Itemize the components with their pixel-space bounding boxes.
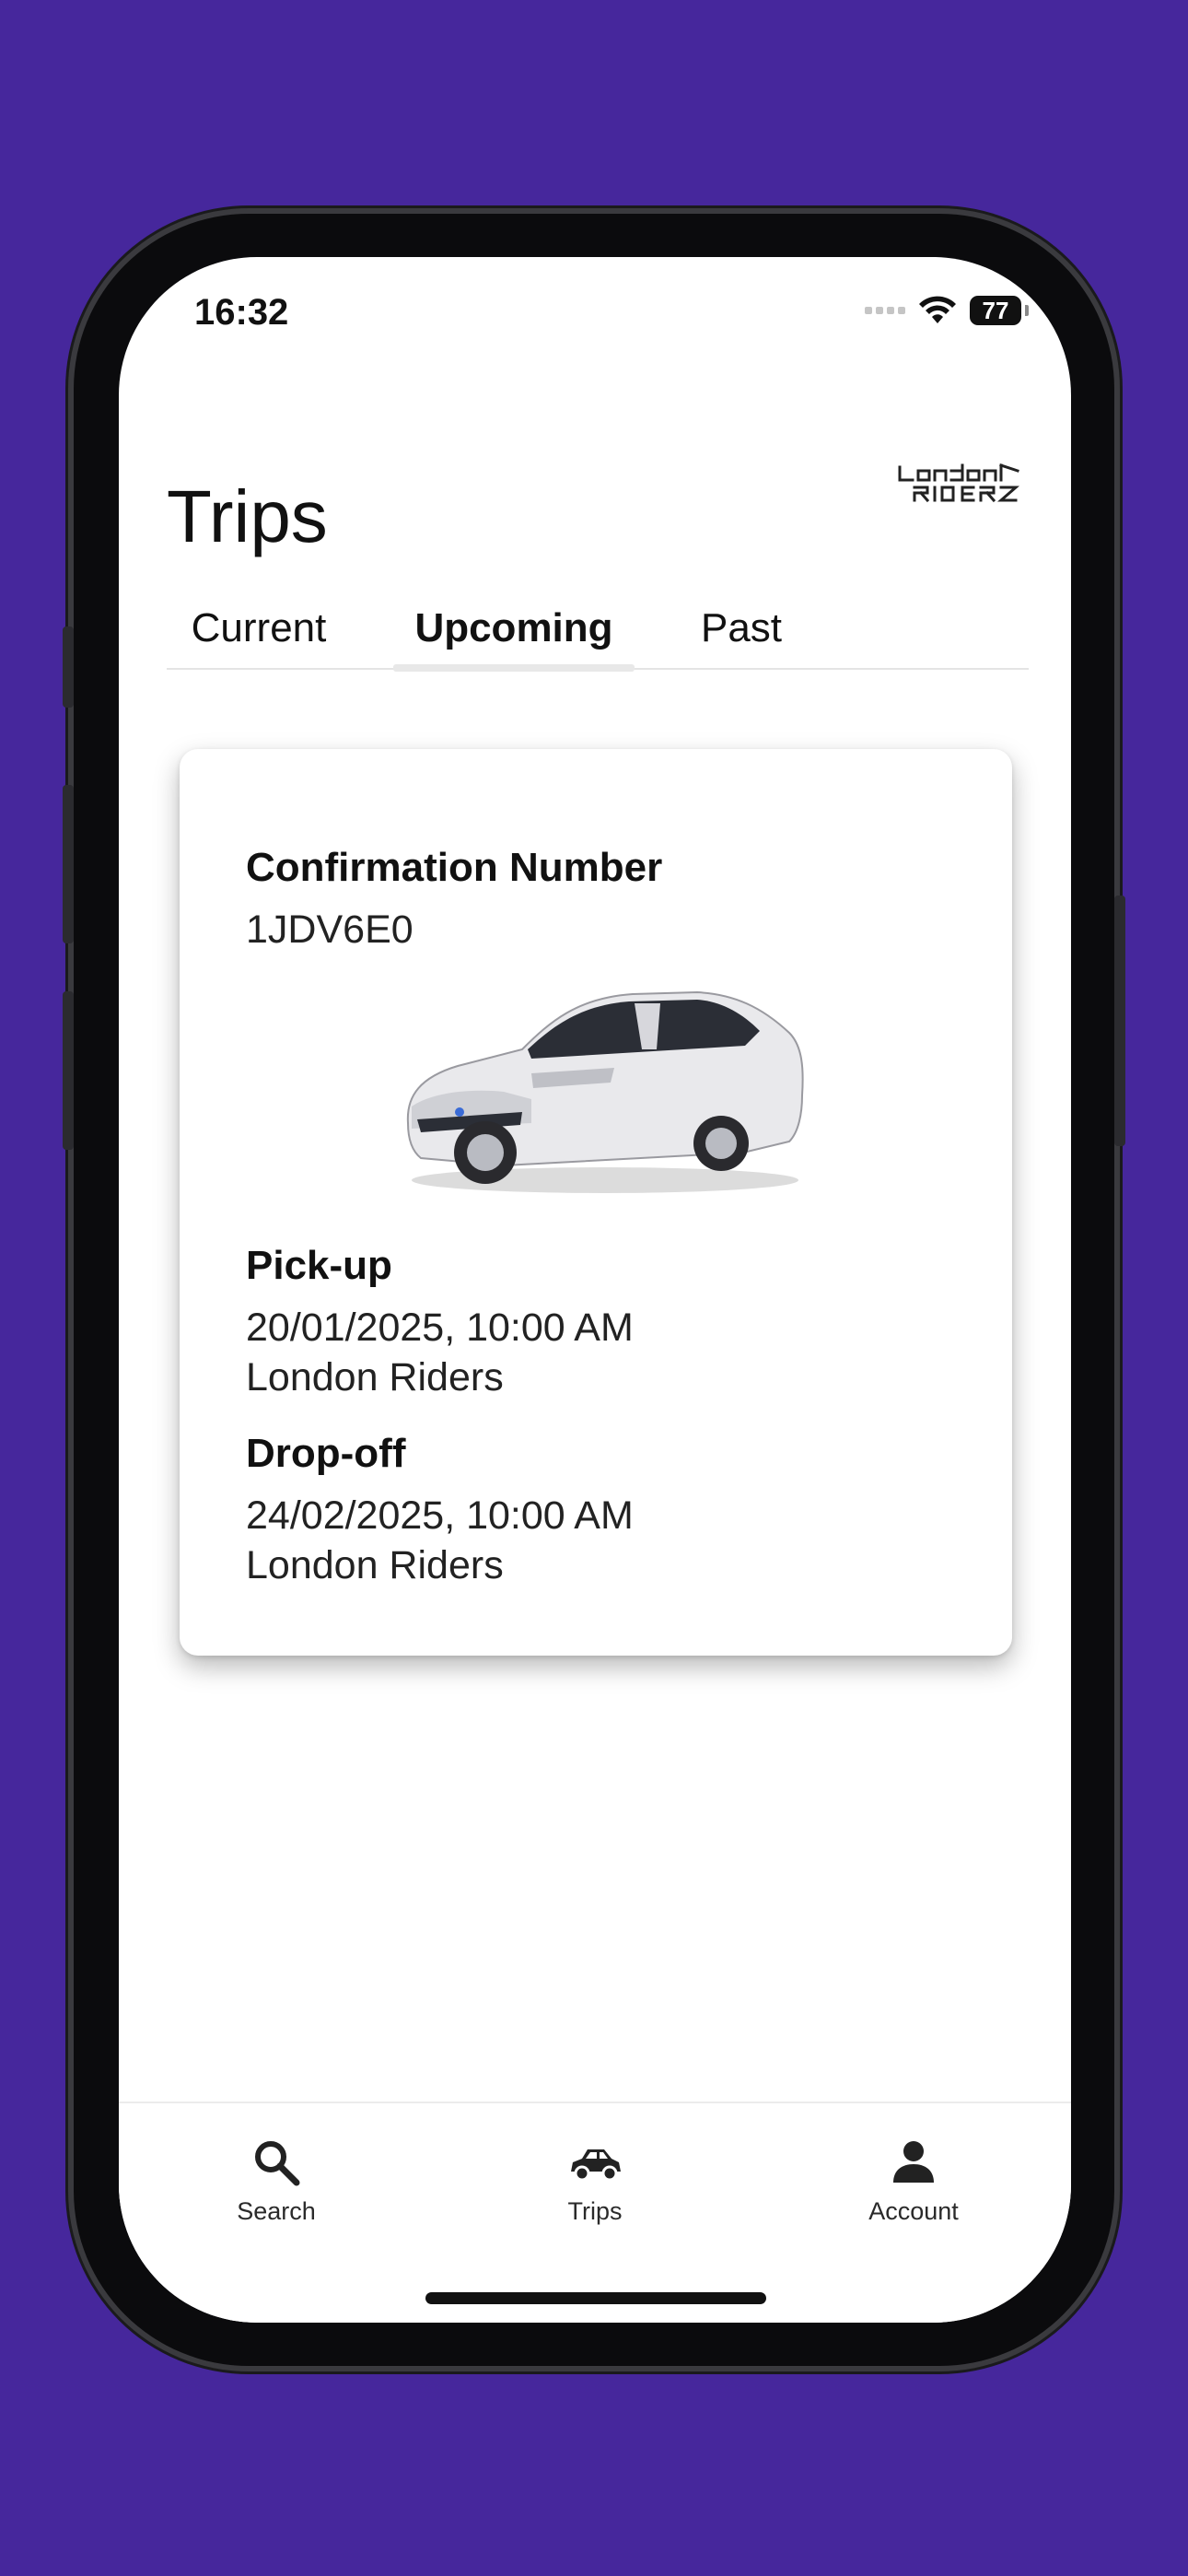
nav-trips[interactable]: Trips — [503, 2137, 687, 2226]
confirmation-number: 1JDV6E0 — [246, 907, 413, 952]
home-indicator[interactable] — [425, 2292, 766, 2304]
tab-upcoming-label: Upcoming — [414, 605, 613, 650]
trip-tabs: Current Upcoming Past — [167, 605, 1029, 672]
pickup-location: London Riders — [246, 1355, 504, 1399]
status-icons: 77 — [865, 296, 1029, 325]
nav-account[interactable]: Account — [821, 2137, 1006, 2226]
volume-up-button — [63, 785, 74, 943]
tab-active-indicator — [393, 664, 635, 672]
battery-icon: 77 — [970, 296, 1021, 325]
signal-icon — [865, 307, 905, 314]
tab-current-label: Current — [191, 605, 327, 650]
nav-account-label: Account — [868, 2197, 959, 2225]
bottom-nav: Search Trips Account — [119, 2102, 1071, 2323]
tab-past-label: Past — [700, 605, 783, 650]
london-riders-logo — [898, 463, 1019, 503]
search-icon — [255, 2141, 300, 2186]
battery-cap — [1025, 305, 1029, 316]
nav-trips-label: Trips — [567, 2197, 623, 2225]
tab-past[interactable]: Past — [675, 605, 808, 668]
silent-switch — [63, 626, 74, 708]
nav-search-label: Search — [237, 2197, 316, 2225]
volume-down-button — [63, 991, 74, 1150]
power-button — [1114, 896, 1125, 1146]
phone-screen: 16:32 77 Trips Current Upcoming Past Con… — [119, 257, 1071, 2323]
dropoff-location: London Riders — [246, 1543, 504, 1587]
car-image — [406, 990, 804, 1193]
page-title: Trips — [167, 474, 328, 557]
nav-search[interactable]: Search — [184, 2137, 368, 2226]
status-time: 16:32 — [194, 292, 289, 333]
car-icon — [571, 2149, 621, 2182]
dropoff-datetime: 24/02/2025, 10:00 AM — [246, 1493, 634, 1538]
tab-current[interactable]: Current — [167, 605, 351, 668]
dropoff-label: Drop-off — [246, 1431, 406, 1476]
trip-card[interactable]: Confirmation Number 1JDV6E0 Pick-up 20/0… — [180, 749, 1012, 1656]
person-icon — [893, 2141, 934, 2183]
tab-upcoming[interactable]: Upcoming — [393, 605, 635, 672]
battery-level: 77 — [982, 296, 1009, 324]
wifi-icon — [919, 296, 956, 323]
pickup-datetime: 20/01/2025, 10:00 AM — [246, 1306, 634, 1350]
pickup-label: Pick-up — [246, 1243, 392, 1288]
confirmation-label: Confirmation Number — [246, 845, 663, 890]
